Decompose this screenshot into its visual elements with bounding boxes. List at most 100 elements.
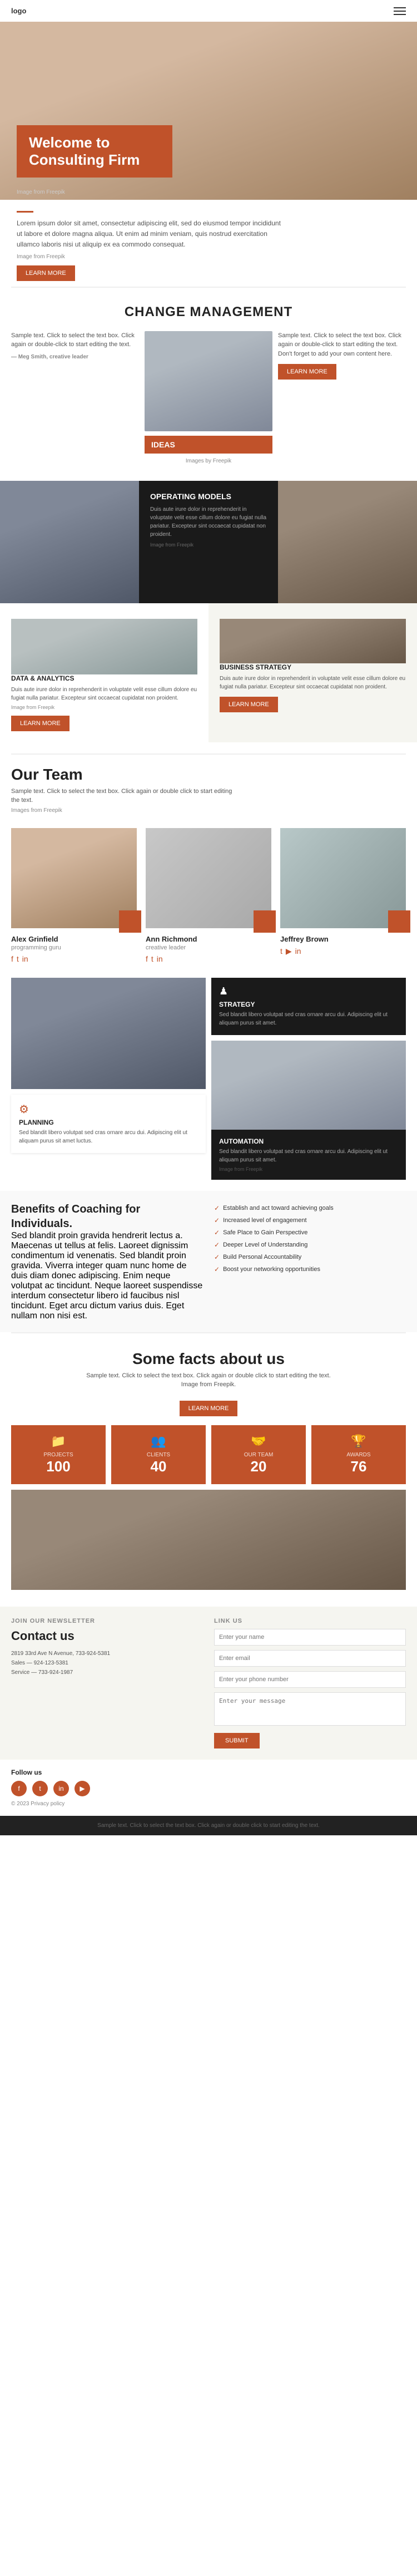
spa-grid: ⚙ PLANNING Sed blandit libero volutpat s… xyxy=(11,978,406,1180)
team-grid: Alex Grinfield programming guru f t in A… xyxy=(0,819,417,972)
hero-text-section: Lorem ipsum dolor sit amet, consectetur … xyxy=(0,200,417,287)
strategy-title: STRATEGY xyxy=(219,1001,398,1008)
our-team-subtitle: Sample text. Click to select the text bo… xyxy=(11,787,234,805)
dbs-section: DATA & ANALYTICS Duis aute irure dolor i… xyxy=(0,603,417,753)
hero-body-text: Lorem ipsum dolor sit amet, consectetur … xyxy=(17,218,284,250)
contact-name-input[interactable] xyxy=(214,1629,406,1646)
change-caption: Images by Freepik xyxy=(11,458,406,464)
instagram-icon-3[interactable]: in xyxy=(295,947,301,956)
automation-box: AUTOMATION Sed blandit libero volutpat s… xyxy=(211,1130,406,1180)
facebook-icon[interactable]: f xyxy=(11,954,13,963)
contact-phone-input[interactable] xyxy=(214,1671,406,1688)
planning-title: PLANNING xyxy=(19,1119,198,1126)
change-mgmt-right: Sample text. Click to select the text bo… xyxy=(278,331,406,380)
business-strategy-section: BUSINESS STRATEGY Duis aute irure dolor … xyxy=(209,603,417,742)
benefits-left: Benefits of Coaching for Individuals. Se… xyxy=(11,1202,203,1321)
strategy-box: ♟ STRATEGY Sed blandit libero volutpat s… xyxy=(211,978,406,1035)
operating-left-photo xyxy=(0,481,139,603)
facts-learn-more-button[interactable]: LEARN MORE xyxy=(180,1401,238,1416)
team-member-2: Ann Richmond creative leader f t in xyxy=(146,828,271,963)
contact-message-input[interactable] xyxy=(214,1692,406,1726)
change-learn-more-button[interactable]: LEARN MORE xyxy=(278,364,336,380)
data-analytics-image xyxy=(11,619,197,674)
data-analytics-learn-more-button[interactable]: LEARN MORE xyxy=(11,716,70,731)
team-number: 20 xyxy=(217,1458,300,1475)
check-icon-6: ✓ xyxy=(214,1265,220,1273)
benefit-label-2: Increased level of engagement xyxy=(223,1217,306,1224)
change-management-section: CHANGE MANAGEMENT Sample text. Click to … xyxy=(0,288,417,481)
projects-label: PROJECTS xyxy=(17,1452,100,1458)
youtube-social-icon[interactable]: ▶ xyxy=(75,1781,90,1796)
benefit-item-1: ✓ Establish and act toward achieving goa… xyxy=(214,1202,406,1214)
change-mgmt-title: CHANGE MANAGEMENT xyxy=(11,304,406,320)
instagram-social-icon[interactable]: in xyxy=(53,1781,69,1796)
data-analytics-section: DATA & ANALYTICS Duis aute irure dolor i… xyxy=(0,603,209,742)
twitter-social-icon[interactable]: t xyxy=(32,1781,48,1796)
awards-number: 76 xyxy=(317,1458,400,1475)
facts-subtitle: Sample text. Click to select the text bo… xyxy=(81,1371,336,1390)
twitter-icon[interactable]: t xyxy=(17,954,19,963)
data-analytics-caption: Image from Freepik xyxy=(11,705,197,710)
team-member-1: Alex Grinfield programming guru f t in xyxy=(11,828,137,963)
link-us-label: LINK US xyxy=(214,1618,406,1624)
team-member-2-role: creative leader xyxy=(146,944,271,951)
twitter-icon-2[interactable]: t xyxy=(151,954,153,963)
data-analytics-title: DATA & ANALYTICS xyxy=(11,674,197,682)
our-team-section: Our Team Sample text. Click to select th… xyxy=(0,755,417,819)
change-left-text: Sample text. Click to select the text bo… xyxy=(11,331,139,349)
team-member-3-photo xyxy=(280,828,406,928)
contact-submit-button[interactable]: SUBMIT xyxy=(214,1733,260,1748)
fact-clients: 👥 CLIENTS 40 xyxy=(111,1425,206,1484)
hero-section: Welcome to Consulting Firm Image from Fr… xyxy=(0,22,417,200)
team-member-2-name: Ann Richmond xyxy=(146,935,271,943)
ideas-label: IDEAS xyxy=(151,440,175,449)
instagram-icon-2[interactable]: in xyxy=(157,954,163,963)
operating-title: OPERATING MODELS xyxy=(150,492,267,501)
instagram-icon[interactable]: in xyxy=(22,954,28,963)
data-analytics-body: Duis aute irure dolor in reprehenderit i… xyxy=(11,686,197,702)
our-team-title: Our Team xyxy=(11,766,406,784)
benefits-list: ✓ Establish and act toward achieving goa… xyxy=(214,1202,406,1275)
youtube-icon[interactable]: ▶ xyxy=(286,947,292,956)
contact-left: JOIN OUR NEWSLETTER Contact us 2819 33rd… xyxy=(11,1618,203,1748)
benefits-section: Benefits of Coaching for Individuals. Se… xyxy=(0,1191,417,1332)
clients-icon: 👥 xyxy=(117,1434,200,1449)
benefit-label-4: Deeper Level of Understanding xyxy=(223,1242,307,1248)
contact-address: 2819 33rd Ave N Avenue, 733-924-5381 Sal… xyxy=(11,1649,203,1677)
operating-grid: OPERATING MODELS Duis aute irure dolor i… xyxy=(0,481,417,603)
benefit-item-5: ✓ Build Personal Accountability xyxy=(214,1251,406,1263)
team-member-1-photo xyxy=(11,828,137,928)
contact-email-input[interactable] xyxy=(214,1650,406,1667)
spa-left: ⚙ PLANNING Sed blandit libero volutpat s… xyxy=(11,978,206,1180)
awards-label: AWARDS xyxy=(317,1452,400,1458)
contact-right: LINK US SUBMIT xyxy=(214,1618,406,1748)
hero-title-box: Welcome to Consulting Firm xyxy=(17,125,172,178)
change-mgmt-left: Sample text. Click to select the text bo… xyxy=(11,331,139,361)
hamburger-menu[interactable] xyxy=(394,7,406,15)
projects-number: 100 xyxy=(17,1458,100,1475)
team-member-3: Jeffrey Brown t ▶ in xyxy=(280,828,406,963)
benefit-label-3: Safe Place to Gain Perspective xyxy=(223,1229,307,1236)
facebook-icon-2[interactable]: f xyxy=(146,954,148,963)
twitter-icon-3[interactable]: t xyxy=(280,947,282,956)
change-right-text: Sample text. Click to select the text bo… xyxy=(278,331,406,359)
benefit-label-5: Build Personal Accountability xyxy=(223,1254,301,1260)
contact-section: JOIN OUR NEWSLETTER Contact us 2819 33rd… xyxy=(0,1607,417,1760)
benefit-item-4: ✓ Deeper Level of Understanding xyxy=(214,1239,406,1251)
newsletter-label: JOIN OUR NEWSLETTER xyxy=(11,1618,203,1624)
contact-title: Contact us xyxy=(11,1629,203,1643)
clients-label: CLIENTS xyxy=(117,1452,200,1458)
facebook-social-icon[interactable]: f xyxy=(11,1781,27,1796)
facts-section: Some facts about us Sample text. Click t… xyxy=(0,1333,417,1607)
projects-icon: 📁 xyxy=(17,1434,100,1449)
team-member-2-photo xyxy=(146,828,271,928)
automation-text: Sed blandit libero volutpat sed cras orn… xyxy=(219,1147,398,1164)
fact-team: 🤝 OUR TEAM 20 xyxy=(211,1425,306,1484)
fact-awards: 🏆 AWARDS 76 xyxy=(311,1425,406,1484)
benefits-title: Benefits of Coaching for Individuals. xyxy=(11,1202,203,1231)
benefits-right: ✓ Establish and act toward achieving goa… xyxy=(214,1202,406,1321)
privacy-policy-link[interactable]: © 2023 Privacy policy xyxy=(11,1801,406,1807)
hero-learn-more-button[interactable]: LEARN MORE xyxy=(17,265,75,281)
navigation: logo xyxy=(0,0,417,22)
business-strategy-learn-more-button[interactable]: LEARN MORE xyxy=(220,697,278,712)
